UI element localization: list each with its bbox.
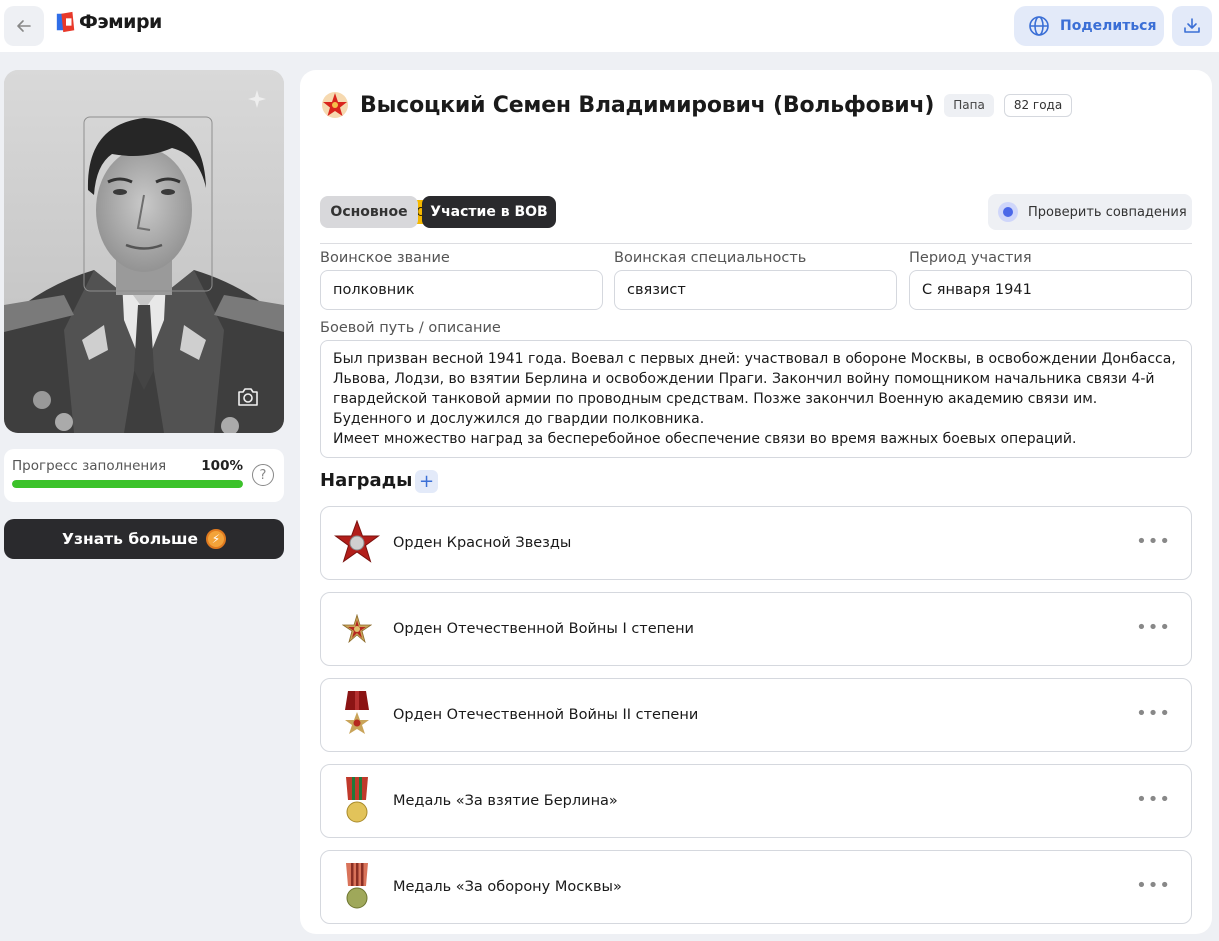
share-button[interactable]: Поделиться bbox=[1014, 6, 1164, 46]
relation-chip: Папа bbox=[944, 93, 994, 117]
person-name: Высоцкий Семен Владимирович (Вольфович) bbox=[360, 92, 935, 118]
red-star-icon bbox=[322, 92, 348, 118]
download-icon bbox=[1184, 18, 1200, 33]
progress-card: Прогресс заполнения 100% ? bbox=[4, 449, 284, 502]
combat-path-textarea[interactable]: Был призван весной 1941 года. Воевал с п… bbox=[320, 340, 1192, 458]
logo-mark-icon bbox=[56, 11, 75, 33]
arrow-left-icon bbox=[17, 20, 31, 32]
radar-dot-icon bbox=[998, 202, 1018, 222]
check-matches-label: Проверить совпадения bbox=[1028, 204, 1187, 220]
period-field[interactable]: С января 1941 bbox=[909, 270, 1192, 310]
awards-heading: Награды bbox=[320, 470, 413, 491]
learn-more-label: Узнать больше bbox=[62, 530, 198, 548]
award-item[interactable]: Орден Отечественной Войны II степени ••• bbox=[320, 678, 1192, 752]
specialty-field[interactable]: связист bbox=[614, 270, 897, 310]
app-logo[interactable]: Фэмири bbox=[55, 11, 162, 33]
rank-label: Воинское звание bbox=[320, 250, 450, 266]
award-name: Орден Отечественной Войны II степени bbox=[393, 707, 699, 723]
sparkle-icon[interactable] bbox=[246, 88, 268, 110]
divider bbox=[320, 243, 1192, 244]
share-label: Поделиться bbox=[1060, 18, 1157, 34]
title-row: Высоцкий Семен Владимирович (Вольфович) … bbox=[320, 90, 1073, 120]
portrait-image bbox=[4, 70, 284, 433]
more-options-icon[interactable]: ••• bbox=[1136, 877, 1171, 895]
age-chip: 82 года bbox=[1003, 93, 1073, 117]
tab-main-info[interactable]: Основное bbox=[320, 196, 418, 228]
add-award-button[interactable]: + bbox=[415, 470, 438, 493]
award-name: Орден Отечественной Войны I степени bbox=[393, 621, 694, 637]
red-star-order-icon bbox=[334, 513, 380, 573]
globe-icon bbox=[1029, 16, 1049, 36]
learn-more-button[interactable]: Узнать больше ⚡ bbox=[4, 519, 284, 559]
patriotic-war-order-ribbon-icon bbox=[334, 685, 380, 745]
award-item[interactable]: Орден Красной Звезды ••• bbox=[320, 506, 1192, 580]
logo-text: Фэмири bbox=[79, 11, 162, 33]
berlin-medal-icon bbox=[334, 771, 380, 831]
moscow-medal-icon bbox=[334, 857, 380, 917]
person-photo[interactable] bbox=[4, 70, 284, 433]
award-item[interactable]: Орден Отечественной Войны I степени ••• bbox=[320, 592, 1192, 666]
check-matches-button[interactable]: Проверить совпадения bbox=[988, 194, 1192, 230]
award-name: Орден Красной Звезды bbox=[393, 535, 572, 551]
progress-value: 100% bbox=[201, 458, 243, 474]
more-options-icon[interactable]: ••• bbox=[1136, 705, 1171, 723]
back-button[interactable] bbox=[4, 6, 44, 46]
period-label: Период участия bbox=[909, 250, 1032, 266]
camera-icon[interactable] bbox=[236, 386, 260, 408]
more-options-icon[interactable]: ••• bbox=[1136, 533, 1171, 551]
award-name: Медаль «За оборону Москвы» bbox=[393, 879, 622, 895]
rank-field[interactable]: полковник bbox=[320, 270, 603, 310]
patriotic-war-order-icon bbox=[334, 599, 380, 659]
progress-bar bbox=[12, 480, 243, 488]
combat-path-label: Боевой путь / описание bbox=[320, 320, 501, 336]
tab-wwii-participation[interactable]: Участие в ВОВ bbox=[422, 196, 556, 228]
help-icon[interactable]: ? bbox=[252, 464, 274, 486]
lightning-icon: ⚡ bbox=[205, 529, 226, 549]
more-options-icon[interactable]: ••• bbox=[1136, 619, 1171, 637]
specialty-label: Воинская специальность bbox=[614, 250, 807, 266]
award-name: Медаль «За взятие Берлина» bbox=[393, 793, 618, 809]
top-bar: Фэмири Поделиться bbox=[0, 0, 1219, 52]
award-item[interactable]: Медаль «За оборону Москвы» ••• bbox=[320, 850, 1192, 924]
download-button[interactable] bbox=[1172, 6, 1212, 46]
more-options-icon[interactable]: ••• bbox=[1136, 791, 1171, 809]
progress-label: Прогресс заполнения bbox=[12, 458, 167, 474]
award-item[interactable]: Медаль «За взятие Берлина» ••• bbox=[320, 764, 1192, 838]
progress-bar-fill bbox=[12, 480, 243, 488]
